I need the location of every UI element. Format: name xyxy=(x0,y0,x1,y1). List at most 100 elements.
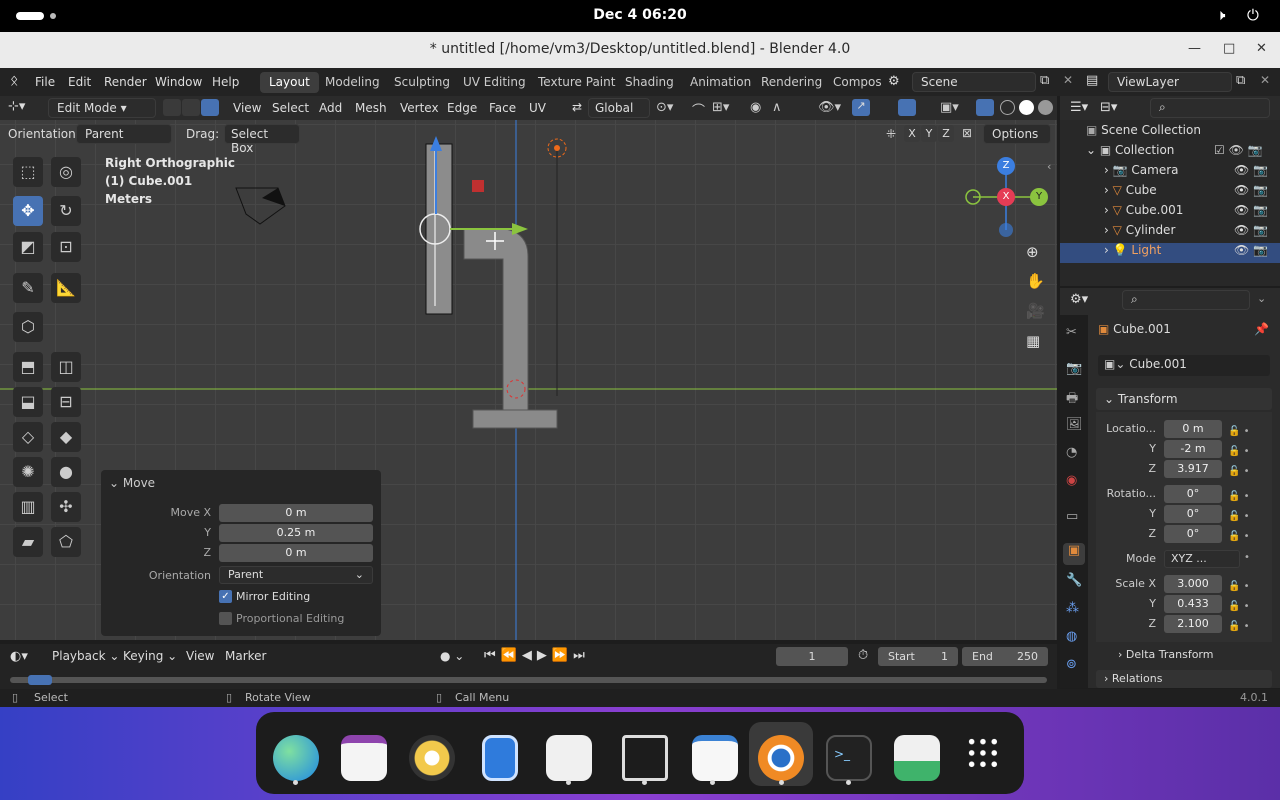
proportional-edit-icon[interactable]: ◉ xyxy=(750,100,761,115)
location-z-field[interactable]: 3.917 xyxy=(1164,460,1222,478)
scene-tab-icon[interactable]: ◔ xyxy=(1066,445,1077,460)
output-tab-icon[interactable]: 🖶 xyxy=(1066,389,1078,411)
power-icon[interactable]: ⏻ xyxy=(1247,6,1259,24)
rotate-tool-icon[interactable]: ↻ xyxy=(51,196,81,226)
volume-icon[interactable]: 🕨 xyxy=(1216,6,1225,24)
pan-hand-icon[interactable]: ✋ xyxy=(1026,272,1045,290)
playback-controls[interactable]: ⏮⏪◀▶⏩⏭ xyxy=(484,648,590,663)
relations-panel[interactable]: › Relations xyxy=(1096,670,1272,688)
outliner-editor-icon[interactable]: ☰▾ xyxy=(1070,100,1088,115)
menu-uv[interactable]: UV xyxy=(529,101,546,115)
view-layer-tab-icon[interactable]: 🖼 xyxy=(1066,417,1083,432)
ortho-grid-icon[interactable]: ▦ xyxy=(1026,332,1040,350)
spin-tool-icon[interactable]: ✺ xyxy=(13,457,43,487)
zoom-icon[interactable]: ⊕ xyxy=(1026,243,1039,261)
edge-select-icon[interactable] xyxy=(182,99,200,116)
face-select-icon[interactable] xyxy=(201,99,219,116)
display-mode-icon[interactable]: ⊟▾ xyxy=(1100,100,1117,115)
proportional-editing-checkbox[interactable] xyxy=(219,612,232,625)
terminal-icon[interactable]: >_ xyxy=(826,735,872,781)
cursor-tool-icon[interactable]: ◎ xyxy=(51,157,81,187)
outliner-item-cube-001[interactable]: › ▽ Cube.001 👁 📷 xyxy=(1060,203,1280,223)
mirror-x-toggle[interactable]: X xyxy=(904,125,920,142)
menu-add[interactable]: Add xyxy=(319,101,342,115)
tab-shading[interactable]: Shading xyxy=(616,72,683,93)
blender-icon[interactable] xyxy=(758,735,804,781)
operator-title[interactable]: ⌄ Move xyxy=(109,476,155,490)
vertex-select-icon[interactable] xyxy=(163,99,181,116)
overlay-toggle-icon[interactable] xyxy=(898,99,916,116)
transform-orientation-selector[interactable]: Global xyxy=(588,98,650,118)
pin-icon[interactable]: 📌 xyxy=(1254,322,1269,336)
poly-build-tool-icon[interactable]: ◆ xyxy=(51,422,81,452)
tab-compositing[interactable]: Compos xyxy=(824,72,891,93)
mesh-overlay-icon[interactable]: ▣▾ xyxy=(940,100,959,115)
scale-x-field[interactable]: 3.000 xyxy=(1164,575,1222,593)
keyframe-record-icon[interactable]: ● ⌄ xyxy=(440,649,464,663)
location-y-field[interactable]: -2 m xyxy=(1164,440,1222,458)
pivot-icon[interactable]: ⊙▾ xyxy=(656,100,673,115)
text-editor-icon[interactable] xyxy=(692,735,738,781)
mirror-z-toggle[interactable]: Z xyxy=(938,125,954,142)
start-frame-field[interactable]: Start 1 xyxy=(878,647,958,666)
scene-icon[interactable]: ⚙ xyxy=(888,74,900,89)
stopwatch-icon[interactable]: ⏱ xyxy=(858,648,868,663)
add-cube-tool-icon[interactable]: ⬡ xyxy=(13,312,43,342)
solid-shading-icon[interactable] xyxy=(1019,100,1034,115)
location-x-field[interactable]: 0 m xyxy=(1164,420,1222,438)
wireframe-shading-icon[interactable] xyxy=(1000,100,1015,115)
tab-uv-editing[interactable]: UV Editing xyxy=(454,72,535,93)
view-layer-selector[interactable]: ViewLayer xyxy=(1108,72,1232,92)
new-view-layer-icon[interactable]: ⧉ xyxy=(1236,73,1245,88)
tool-tab-icon[interactable]: ✂ xyxy=(1066,325,1077,340)
properties-search-icon[interactable]: ⌕ xyxy=(1122,290,1250,310)
falloff-icon[interactable]: ∧ xyxy=(772,100,782,115)
move-y-field[interactable]: 0.25 m xyxy=(219,524,373,542)
mode-selector[interactable]: Edit Mode ▾ xyxy=(48,98,156,118)
camera-view-icon[interactable]: 🎥 xyxy=(1026,302,1045,320)
playhead[interactable] xyxy=(28,675,52,685)
loop-cut-tool-icon[interactable]: ⊟ xyxy=(51,387,81,417)
outliner-search-icon[interactable]: ⌕ xyxy=(1150,98,1270,118)
trash-icon[interactable] xyxy=(894,735,940,781)
shear-tool-icon[interactable]: ▰ xyxy=(13,527,43,557)
outliner-scene-collection[interactable]: ▣ Scene Collection xyxy=(1060,123,1280,143)
delete-view-layer-icon[interactable]: ✕ xyxy=(1260,73,1270,87)
scale-tool-icon[interactable]: ◩ xyxy=(13,232,43,262)
menu-edit[interactable]: Edit xyxy=(68,75,91,89)
outliner-collection[interactable]: ⌄ ▣ Collection ☑ 👁 📷 xyxy=(1060,143,1280,163)
menu-face[interactable]: Face xyxy=(489,101,516,115)
measure-tool-icon[interactable]: 📐 xyxy=(51,273,81,303)
menu-window[interactable]: Window xyxy=(155,75,202,89)
lock-icons-column[interactable]: 🔓 • 🔓 • 🔓 • xyxy=(1228,422,1250,482)
system-monitor-icon[interactable] xyxy=(622,735,668,781)
scale-lock-icons[interactable]: 🔓 • 🔓 • 🔓 • xyxy=(1228,577,1250,637)
knife-tool-icon[interactable]: ◇ xyxy=(13,422,43,452)
editor-type-icon[interactable]: ⊹▾ xyxy=(8,99,25,114)
particles-tab-icon[interactable]: ⁂ xyxy=(1066,601,1079,616)
drag-selector[interactable]: Select Box xyxy=(224,124,300,155)
scale-y-field[interactable]: 0.433 xyxy=(1164,595,1222,613)
move-x-field[interactable]: 0 m xyxy=(219,504,373,522)
shrink-fatten-tool-icon[interactable]: ✣ xyxy=(51,492,81,522)
sidebar-toggle-icon[interactable]: ‹ xyxy=(1047,160,1051,173)
tab-texture-paint[interactable]: Texture Paint xyxy=(529,72,624,93)
object-name-field[interactable]: ▣⌄ Cube.001 xyxy=(1098,355,1270,376)
rotation-lock-icons[interactable]: 🔓 • 🔓 • 🔓 • xyxy=(1228,487,1250,547)
delta-transform-panel[interactable]: › Delta Transform xyxy=(1118,648,1213,661)
collection-tab-icon[interactable]: ▭ xyxy=(1066,509,1078,524)
snap-icon[interactable]: ⌒ xyxy=(692,100,705,119)
clock[interactable]: Dec 4 06:20 xyxy=(0,7,1280,23)
calendar-icon[interactable] xyxy=(341,735,387,781)
menu-mesh[interactable]: Mesh xyxy=(355,101,387,115)
tab-layout[interactable]: Layout xyxy=(260,72,319,93)
gizmo-toggle-icon[interactable]: ↗ xyxy=(852,99,870,116)
rip-tool-icon[interactable]: ⬠ xyxy=(51,527,81,557)
minimize-button[interactable]: — xyxy=(1188,41,1201,56)
nav-gizmo-x[interactable]: X xyxy=(997,188,1015,206)
delete-scene-icon[interactable]: ✕ xyxy=(1063,73,1073,87)
outliner-item-light[interactable]: › 💡 Light 👁 📷 xyxy=(1060,243,1280,263)
timeline-scrollbar[interactable] xyxy=(10,677,1047,683)
move-z-field[interactable]: 0 m xyxy=(219,544,373,562)
scale-z-field[interactable]: 2.100 xyxy=(1164,615,1222,633)
